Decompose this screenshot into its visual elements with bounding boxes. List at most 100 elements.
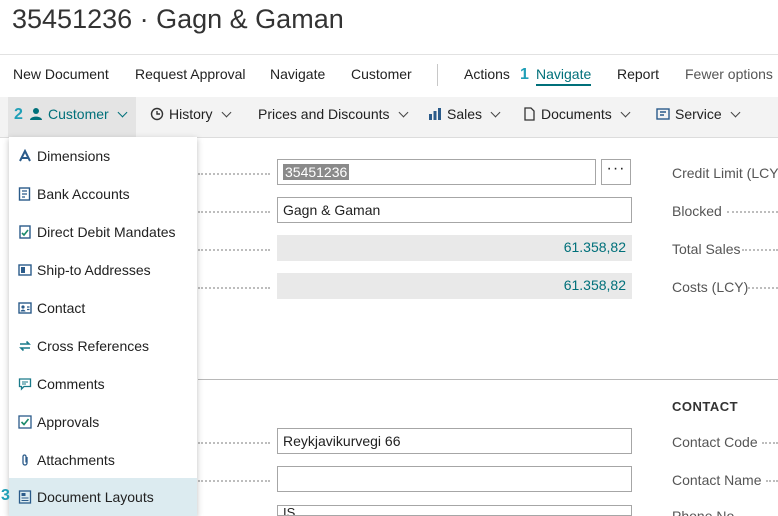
history-group-button[interactable]: History: [150, 106, 232, 122]
menu-item-cross-references[interactable]: Cross References: [9, 327, 197, 365]
menu-item-direct-debit-mandates[interactable]: Direct Debit Mandates: [9, 213, 197, 251]
service-group-button[interactable]: Service: [656, 106, 741, 122]
action-separator: [437, 64, 438, 86]
fewer-options-button[interactable]: Fewer options: [685, 66, 773, 82]
document-icon: [522, 107, 536, 121]
menu-item-document-layouts[interactable]: Document Layouts: [9, 478, 197, 516]
chevron-down-icon: [490, 107, 501, 117]
field-leader: [762, 442, 778, 444]
ellipsis-icon: ···: [606, 160, 626, 177]
tab-report[interactable]: Report: [617, 66, 659, 82]
history-icon: [150, 107, 164, 121]
field-leader: [198, 211, 270, 213]
prices-group-label: Prices and Discounts: [258, 106, 390, 122]
documents-group-button[interactable]: Documents: [522, 106, 631, 122]
address-field[interactable]: Reykjavikurvegi 66: [277, 428, 632, 454]
address-2-field[interactable]: [277, 466, 632, 492]
no-field[interactable]: 35451236: [277, 159, 596, 185]
chevron-down-icon: [730, 107, 741, 117]
costs-label: Costs (LCY): [672, 279, 749, 295]
service-group-label: Service: [675, 106, 722, 122]
action-bar: New Document Request Approval Navigate C…: [0, 62, 778, 90]
address-icon: [17, 262, 33, 278]
field-leader: [727, 211, 778, 213]
menu-item-label: Dimensions: [37, 148, 111, 164]
field-leader: [198, 442, 270, 444]
field-leader: [198, 480, 270, 482]
divider: [0, 54, 778, 55]
menu-item-ship-to-addresses[interactable]: Ship-to Addresses: [9, 251, 197, 289]
contact-code-label: Contact Code: [672, 434, 758, 450]
menu-item-label: Document Layouts: [37, 489, 154, 505]
approval-icon: [17, 414, 33, 430]
dimensions-icon: [17, 148, 33, 164]
sub-navigation-bar: 2 Customer History Prices and Discounts …: [0, 97, 778, 138]
field-leader: [748, 287, 778, 289]
menu-item-label: Comments: [37, 376, 105, 392]
request-approval-button[interactable]: Request Approval: [135, 66, 246, 82]
chevron-down-icon: [620, 107, 631, 117]
history-group-label: History: [169, 106, 213, 122]
contact-name-label: Contact Name: [672, 472, 762, 488]
chevron-down-icon: [398, 107, 408, 117]
service-icon: [656, 107, 670, 121]
menu-item-label: Ship-to Addresses: [37, 262, 151, 278]
tab-navigate[interactable]: Navigate: [536, 66, 592, 86]
menu-item-attachments[interactable]: Attachments: [9, 441, 197, 479]
menu-item-label: Cross References: [37, 338, 150, 354]
comment-icon: [17, 376, 33, 392]
field-leader: [198, 249, 270, 251]
menu-item-dimensions[interactable]: Dimensions: [9, 137, 197, 175]
menu-item-bank-accounts[interactable]: Bank Accounts: [9, 175, 197, 213]
customer-group-label: Customer: [48, 106, 109, 122]
navigate-button[interactable]: Navigate: [270, 66, 325, 82]
prices-discounts-group-button[interactable]: Prices and Discounts: [258, 106, 408, 122]
lookup-button[interactable]: ···: [601, 159, 631, 185]
swap-icon: [17, 338, 33, 354]
phone-label: Phone No.: [672, 508, 739, 516]
field-leader: [198, 173, 270, 175]
person-icon: [29, 107, 43, 121]
field-leader: [766, 480, 778, 482]
name-field[interactable]: Gagn & Gaman: [277, 197, 632, 223]
bank-icon: [17, 186, 33, 202]
step-marker-1: 1: [520, 66, 529, 83]
step-marker-3: 3: [1, 487, 10, 504]
menu-item-approvals[interactable]: Approvals: [9, 403, 197, 441]
customer-button[interactable]: Customer: [351, 66, 412, 82]
paperclip-icon: [17, 452, 33, 468]
blocked-label: Blocked: [672, 203, 722, 219]
step-marker-2: 2: [14, 106, 23, 123]
new-document-button[interactable]: New Document: [13, 66, 109, 82]
page-title: 35451236 · Gagn & Gaman: [12, 4, 344, 34]
chevron-down-icon: [221, 107, 232, 117]
field-leader: [742, 249, 778, 251]
contact-section-heading: CONTACT: [672, 399, 739, 414]
menu-item-label: Direct Debit Mandates: [37, 224, 176, 240]
field-leader: [198, 287, 270, 289]
customer-dropdown-menu: Dimensions Bank Accounts Direct Debit Ma…: [9, 137, 197, 516]
menu-item-contact[interactable]: Contact: [9, 289, 197, 327]
documents-group-label: Documents: [541, 106, 612, 122]
sales-icon: [428, 107, 442, 121]
balance-due-field[interactable]: 61.358,82: [277, 273, 632, 299]
mandate-icon: [17, 224, 33, 240]
credit-limit-label: Credit Limit (LCY): [672, 165, 778, 181]
menu-item-label: Bank Accounts: [37, 186, 130, 202]
document-layout-icon: [17, 489, 33, 505]
country-field[interactable]: IS: [277, 505, 632, 516]
tab-actions[interactable]: Actions: [464, 66, 510, 82]
chevron-down-icon: [117, 107, 128, 117]
balance-field[interactable]: 61.358,82: [277, 235, 632, 261]
sales-group-button[interactable]: Sales: [428, 106, 501, 122]
menu-item-comments[interactable]: Comments: [9, 365, 197, 403]
section-divider: [198, 379, 778, 380]
total-sales-label: Total Sales: [672, 241, 741, 257]
contact-card-icon: [17, 300, 33, 316]
menu-item-label: Contact: [37, 300, 86, 316]
menu-item-label: Attachments: [37, 452, 115, 468]
no-field-value: 35451236: [283, 164, 350, 180]
sales-group-label: Sales: [447, 106, 483, 122]
customer-group-button[interactable]: Customer: [29, 106, 128, 122]
menu-item-label: Approvals: [37, 414, 100, 430]
